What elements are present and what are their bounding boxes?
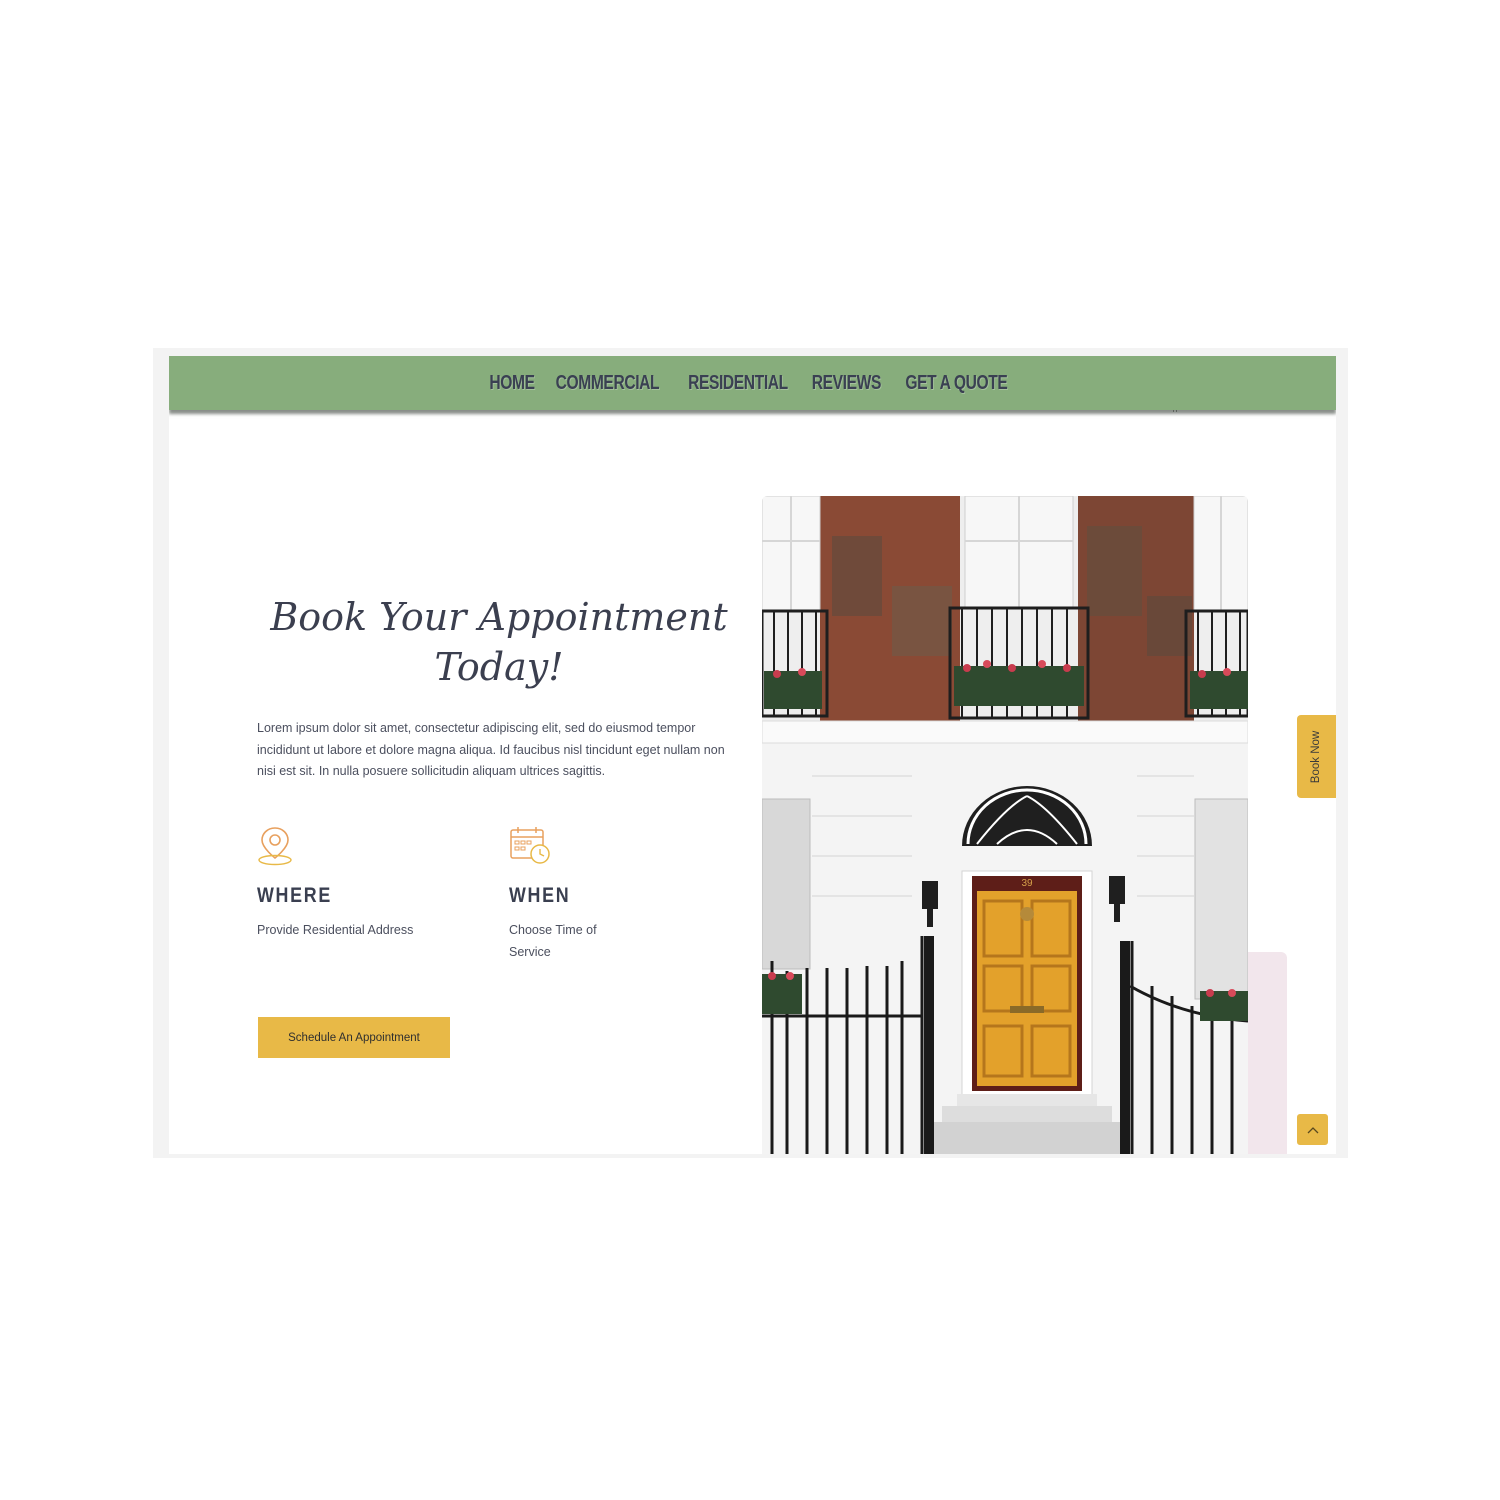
hero-body-text: Lorem ipsum dolor sit amet, consectetur …: [257, 721, 725, 778]
schedule-appointment-button[interactable]: Schedule An Appointment: [258, 1017, 450, 1058]
feature-where-desc: Provide Residential Address: [257, 923, 414, 937]
feature-where: WHERE Provide Residential Address: [257, 824, 437, 942]
nav-get-a-quote[interactable]: GET A QUOTE: [905, 372, 1007, 395]
book-now-label: Book Now: [1310, 730, 1323, 783]
nav-home[interactable]: HOME: [490, 372, 536, 395]
calendar-clock-icon: [509, 824, 553, 868]
feature-when: WHEN Choose Time of Service: [509, 824, 689, 963]
feature-when-desc: Choose Time of Service: [509, 923, 597, 959]
main-nav: HOME COMMERCIAL RESIDENTIAL REVIEWS GET …: [169, 356, 1336, 410]
feature-when-title: WHEN: [509, 884, 571, 907]
scroll-to-top-button[interactable]: [1297, 1114, 1328, 1145]
house-number: 39: [1021, 878, 1033, 889]
page: HOME COMMERCIAL RESIDENTIAL REVIEWS GET …: [169, 356, 1336, 1154]
chevron-up-icon: [1307, 1126, 1318, 1133]
hero-heading: Book Your Appointment Today!: [270, 595, 728, 689]
hero-photo-townhouse: 39: [762, 496, 1248, 1154]
book-now-tab[interactable]: Book Now: [1297, 715, 1336, 798]
location-pin-icon: [257, 824, 301, 868]
nav-commercial[interactable]: COMMERCIAL: [556, 372, 660, 395]
feature-where-title: WHERE: [257, 884, 332, 907]
nav-residential[interactable]: RESIDENTIAL: [688, 372, 788, 395]
nav-reviews[interactable]: REVIEWS: [812, 372, 882, 395]
